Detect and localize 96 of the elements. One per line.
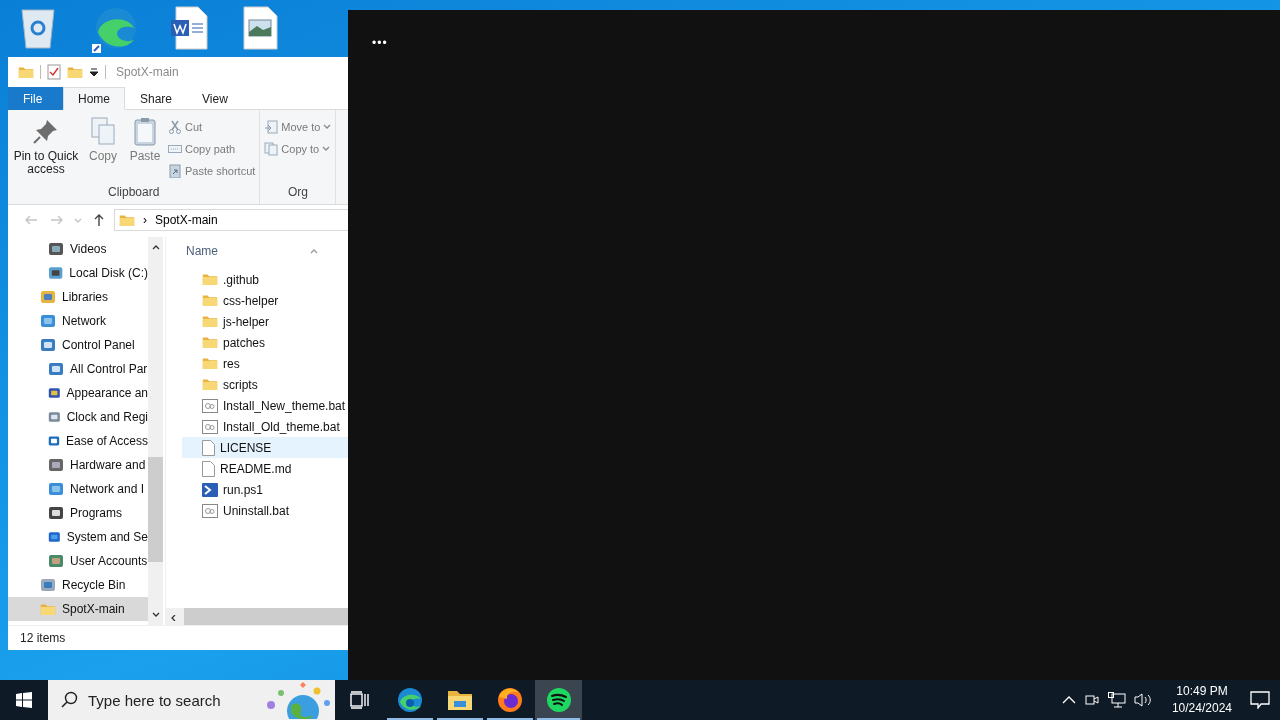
nav-item[interactable]: Control Panel [8,333,148,357]
column-header[interactable]: Name [186,244,218,258]
file-row[interactable]: css-helper [182,290,348,311]
vertical-scrollbar[interactable] [148,237,163,625]
nav-item[interactable]: Libraries [8,285,148,309]
taskbar-app-button[interactable] [535,680,582,720]
folder-icon [202,315,218,328]
status-text: 12 items [8,625,348,650]
gear-file-icon [202,419,218,434]
scissors-icon [168,120,182,134]
browser-icon [497,687,523,713]
folder-icon [202,336,218,349]
breadcrumb-separator: › [143,213,147,227]
folder-icon [202,357,218,370]
windows-logo-icon [16,692,32,708]
scroll-down-icon [151,612,160,618]
nav-item[interactable]: Videos [8,237,148,261]
running-indicator [537,718,580,720]
nav-item[interactable]: Ease of Access [8,429,148,453]
more-menu-button[interactable]: ••• [372,36,388,50]
speaker-icon[interactable] [1133,692,1154,708]
file-row[interactable]: scripts [182,374,348,395]
folder-icon [202,378,218,391]
chevron-up-icon[interactable] [1061,695,1076,705]
nav-item[interactable]: System and Se [8,525,148,549]
folder-icon [18,65,34,79]
gear-file-icon [202,503,218,518]
running-indicator [437,718,483,720]
gear-file-icon [202,398,218,413]
search-icon [60,691,78,709]
properties-icon[interactable] [47,64,61,80]
scroll-up-icon [151,244,160,250]
document-icon[interactable] [170,6,210,50]
scroll-left-icon [170,615,178,621]
ribbon-button[interactable]: Pin to Quick access [12,116,80,185]
file-row[interactable]: run.ps1 [182,479,348,500]
folder-icon [447,689,473,711]
copy-icon [264,142,279,156]
file-icon [202,439,215,456]
ribbon-tab[interactable]: View [187,87,243,110]
breadcrumb[interactable]: SpotX-main [155,213,218,227]
copy-icon [88,116,118,146]
music-app-icon [545,687,572,713]
ribbon-tab[interactable]: Share [125,87,188,110]
file-menu-button[interactable]: File [8,87,63,110]
browser-shortcut-icon[interactable] [90,6,138,54]
nav-item[interactable]: Hardware and [8,453,148,477]
file-row[interactable]: .github [182,269,348,290]
path-icon [168,142,182,156]
running-indicator [387,718,433,720]
group-label: Clipboard [106,185,161,201]
new-folder-icon [67,65,83,79]
nav-item[interactable]: Clock and Regi [8,405,148,429]
move-icon [264,120,279,134]
file-icon [202,460,215,477]
dropdown-caret-icon[interactable] [89,67,99,77]
caret-icon [323,124,332,130]
nav-item[interactable]: User Accounts [8,549,148,573]
folder-icon [202,294,218,307]
folder-icon [119,213,135,227]
nav-item[interactable]: Local Disk (C:) [8,261,148,285]
group-label: Org [286,185,309,201]
file-row[interactable]: Install_New_theme.bat [182,395,348,416]
notification-icon[interactable] [1250,691,1270,709]
scrollbar-thumb[interactable] [148,457,163,562]
recycle-bin-icon[interactable] [18,6,58,50]
ribbon-tab[interactable]: Home [63,87,125,110]
running-indicator [487,718,533,720]
file-row[interactable]: patches [182,332,348,353]
file-row[interactable]: README.md [182,458,348,479]
nav-item[interactable]: Appearance an [8,381,148,405]
nav-item[interactable]: Network and I [8,477,148,501]
nav-item[interactable]: Recycle Bin [8,573,148,597]
terminal-icon [202,482,218,497]
video-camera-icon[interactable] [1083,692,1100,708]
folder-icon [40,602,56,616]
address-bar[interactable]: › SpotX-main [114,209,348,231]
caret-icon [322,146,331,152]
search-field[interactable]: Type here to search [48,680,335,720]
nav-item[interactable]: Network [8,309,148,333]
sort-caret-icon [310,248,318,254]
nav-item[interactable]: Programs [8,501,148,525]
clock[interactable]: 10:49 PM 10/24/2024 [1161,683,1242,717]
file-row[interactable]: Uninstall.bat [182,500,348,521]
task-view-icon [350,691,370,709]
window-title: SpotX-main [116,65,179,79]
file-row[interactable]: js-helper [182,311,348,332]
nav-item[interactable]: All Control Par [8,357,148,381]
image-file-icon[interactable] [242,6,278,50]
browser-icon [397,687,423,713]
folder-icon [202,273,218,286]
nav-item[interactable]: SpotX-main [8,597,148,621]
file-row[interactable]: res [182,353,348,374]
file-row[interactable]: Install_Old_theme.bat [182,416,348,437]
shortcut-icon [168,164,182,178]
file-row[interactable]: LICENSE [182,437,348,458]
